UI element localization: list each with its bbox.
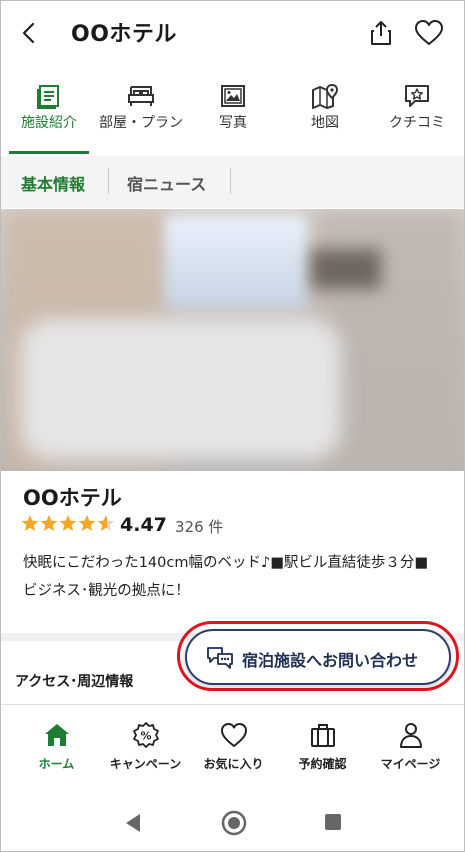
home-circle-icon[interactable] bbox=[221, 810, 247, 836]
nav-label: キャンペーン bbox=[109, 757, 182, 771]
luggage-icon bbox=[310, 724, 335, 747]
nav-home[interactable]: ホーム bbox=[10, 705, 103, 795]
nav-label: 予約確認 bbox=[298, 757, 347, 771]
app-header: OOホテル bbox=[1, 1, 464, 65]
tab-label: 施設紹介 bbox=[21, 115, 77, 131]
app-screen: OOホテル 施設紹介 部屋・プラン 写真 地図 クチコミ 基本情報 宿ニュース … bbox=[0, 0, 465, 852]
nav-label: ホーム bbox=[38, 757, 75, 771]
hotel-description: 快眠にこだわった140cm幅のベッド♪■駅ビル直結徒歩３分■ビジネス･観光の拠点… bbox=[23, 555, 429, 599]
tab-label: 部屋・プラン bbox=[99, 115, 183, 131]
review-count[interactable]: 326 件 bbox=[175, 516, 223, 537]
main-tabs: 施設紹介 部屋・プラン 写真 地図 クチコミ bbox=[1, 71, 464, 155]
nav-label: マイページ bbox=[380, 757, 441, 771]
photo-bathtub bbox=[21, 319, 341, 459]
subtab-divider bbox=[230, 168, 231, 194]
photo-window bbox=[166, 217, 306, 307]
heart-icon[interactable] bbox=[414, 19, 444, 47]
nav-mypage[interactable]: マイページ bbox=[364, 705, 457, 795]
tab-label: 地図 bbox=[311, 115, 339, 131]
back-triangle-icon[interactable] bbox=[123, 812, 143, 834]
home-icon bbox=[44, 724, 69, 746]
heart-icon bbox=[220, 723, 247, 747]
bed-icon bbox=[128, 86, 154, 106]
tab-rooms-plans[interactable]: 部屋・プラン bbox=[95, 71, 187, 155]
subtab-divider bbox=[108, 168, 109, 194]
recents-square-icon[interactable] bbox=[323, 812, 343, 832]
hotel-name: OOホテル bbox=[23, 486, 122, 510]
subtab-inn-news[interactable]: 宿ニュース bbox=[127, 171, 206, 195]
sub-tabs: 基本情報 宿ニュース bbox=[1, 156, 464, 208]
subtab-basic-info[interactable]: 基本情報 bbox=[21, 171, 85, 195]
nav-reservation-check[interactable]: 予約確認 bbox=[276, 705, 369, 795]
tab-label: クチコミ bbox=[389, 115, 445, 131]
contact-button-label: 宿泊施設へお問い合わせ bbox=[242, 651, 419, 670]
percent-badge-icon: % bbox=[132, 722, 159, 748]
tab-reviews[interactable]: クチコミ bbox=[371, 71, 463, 155]
bottom-navigation: ホーム % キャンペーン お気に入り 予約確認 マイページ bbox=[1, 704, 464, 795]
active-tab-indicator bbox=[9, 151, 89, 154]
map-pin-icon bbox=[312, 83, 339, 109]
svg-text:%: % bbox=[140, 730, 151, 743]
page-title: OOホテル bbox=[71, 22, 177, 47]
tab-facility-intro[interactable]: 施設紹介 bbox=[3, 71, 95, 155]
tab-photos[interactable]: 写真 bbox=[187, 71, 279, 155]
hotel-photo[interactable] bbox=[1, 209, 464, 471]
nav-label: お気に入り bbox=[203, 757, 264, 771]
tab-label: 写真 bbox=[219, 115, 247, 131]
access-section-title: アクセス･周辺情報 bbox=[15, 674, 134, 690]
rating-score: 4.47 bbox=[120, 514, 167, 536]
photo-shelf bbox=[311, 249, 381, 289]
review-star-bubble-icon bbox=[405, 85, 429, 107]
person-icon bbox=[399, 723, 422, 748]
contact-facility-button[interactable]: 宿泊施設へお問い合わせ bbox=[185, 629, 451, 685]
nav-campaign[interactable]: % キャンペーン bbox=[99, 705, 192, 795]
back-chevron-icon[interactable] bbox=[15, 19, 43, 47]
image-icon bbox=[221, 85, 245, 107]
rating-stars-icon bbox=[21, 515, 115, 531]
chat-bubbles-icon bbox=[207, 647, 233, 669]
system-navigation-bar bbox=[1, 794, 464, 851]
document-icon bbox=[37, 85, 59, 109]
share-icon[interactable] bbox=[368, 19, 394, 47]
tab-map[interactable]: 地図 bbox=[279, 71, 371, 155]
nav-favorites[interactable]: お気に入り bbox=[187, 705, 280, 795]
